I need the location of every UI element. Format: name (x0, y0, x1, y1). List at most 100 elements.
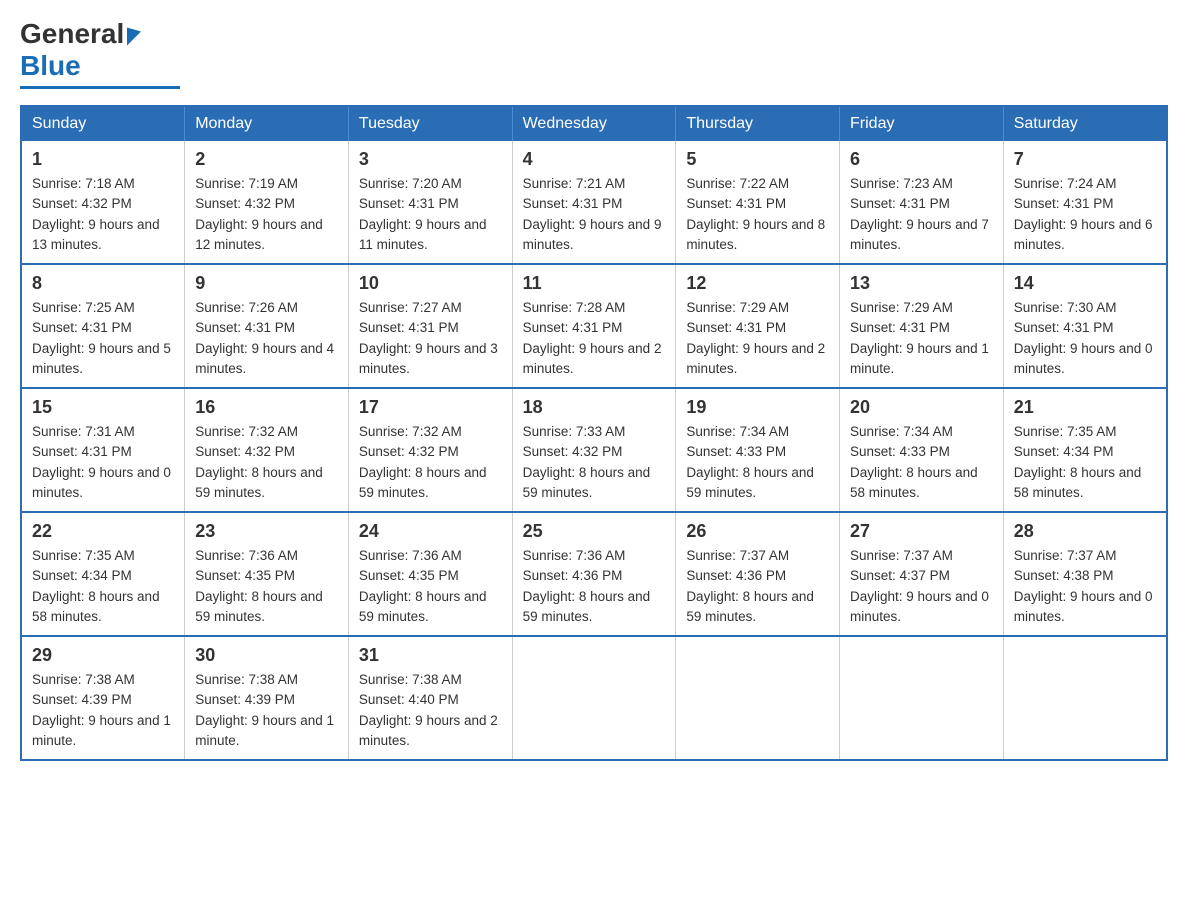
day-number: 24 (359, 521, 502, 542)
calendar-week-row: 22 Sunrise: 7:35 AM Sunset: 4:34 PM Dayl… (21, 512, 1167, 636)
weekday-header-monday: Monday (185, 106, 349, 141)
calendar-week-row: 1 Sunrise: 7:18 AM Sunset: 4:32 PM Dayli… (21, 141, 1167, 264)
calendar-week-row: 29 Sunrise: 7:38 AM Sunset: 4:39 PM Dayl… (21, 636, 1167, 760)
calendar-cell: 5 Sunrise: 7:22 AM Sunset: 4:31 PM Dayli… (676, 141, 840, 264)
logo-arrow-icon (127, 22, 141, 45)
calendar-week-row: 8 Sunrise: 7:25 AM Sunset: 4:31 PM Dayli… (21, 264, 1167, 388)
day-number: 7 (1014, 149, 1156, 170)
calendar-cell: 3 Sunrise: 7:20 AM Sunset: 4:31 PM Dayli… (348, 141, 512, 264)
calendar-cell: 25 Sunrise: 7:36 AM Sunset: 4:36 PM Dayl… (512, 512, 676, 636)
day-number: 18 (523, 397, 666, 418)
day-number: 27 (850, 521, 993, 542)
calendar-cell: 20 Sunrise: 7:34 AM Sunset: 4:33 PM Dayl… (840, 388, 1004, 512)
day-info: Sunrise: 7:32 AM Sunset: 4:32 PM Dayligh… (359, 422, 502, 503)
day-number: 13 (850, 273, 993, 294)
calendar-cell: 31 Sunrise: 7:38 AM Sunset: 4:40 PM Dayl… (348, 636, 512, 760)
day-number: 30 (195, 645, 338, 666)
day-number: 23 (195, 521, 338, 542)
calendar-cell: 19 Sunrise: 7:34 AM Sunset: 4:33 PM Dayl… (676, 388, 840, 512)
weekday-header-sunday: Sunday (21, 106, 185, 141)
day-info: Sunrise: 7:27 AM Sunset: 4:31 PM Dayligh… (359, 298, 502, 379)
weekday-header-saturday: Saturday (1003, 106, 1167, 141)
calendar-table: SundayMondayTuesdayWednesdayThursdayFrid… (20, 105, 1168, 761)
day-info: Sunrise: 7:25 AM Sunset: 4:31 PM Dayligh… (32, 298, 174, 379)
day-number: 11 (523, 273, 666, 294)
day-number: 17 (359, 397, 502, 418)
day-info: Sunrise: 7:37 AM Sunset: 4:37 PM Dayligh… (850, 546, 993, 627)
calendar-cell: 24 Sunrise: 7:36 AM Sunset: 4:35 PM Dayl… (348, 512, 512, 636)
calendar-cell (512, 636, 676, 760)
logo-name: General (20, 20, 143, 48)
calendar-cell: 14 Sunrise: 7:30 AM Sunset: 4:31 PM Dayl… (1003, 264, 1167, 388)
day-info: Sunrise: 7:38 AM Sunset: 4:39 PM Dayligh… (195, 670, 338, 751)
calendar-cell: 26 Sunrise: 7:37 AM Sunset: 4:36 PM Dayl… (676, 512, 840, 636)
logo-blue-text: Blue (20, 50, 81, 82)
day-info: Sunrise: 7:29 AM Sunset: 4:31 PM Dayligh… (686, 298, 829, 379)
day-info: Sunrise: 7:31 AM Sunset: 4:31 PM Dayligh… (32, 422, 174, 503)
day-number: 10 (359, 273, 502, 294)
day-number: 9 (195, 273, 338, 294)
day-number: 8 (32, 273, 174, 294)
day-info: Sunrise: 7:23 AM Sunset: 4:31 PM Dayligh… (850, 174, 993, 255)
day-number: 2 (195, 149, 338, 170)
day-number: 5 (686, 149, 829, 170)
day-info: Sunrise: 7:24 AM Sunset: 4:31 PM Dayligh… (1014, 174, 1156, 255)
calendar-cell: 28 Sunrise: 7:37 AM Sunset: 4:38 PM Dayl… (1003, 512, 1167, 636)
page-header: General Blue (20, 20, 1168, 89)
day-info: Sunrise: 7:38 AM Sunset: 4:40 PM Dayligh… (359, 670, 502, 751)
day-number: 25 (523, 521, 666, 542)
calendar-cell: 13 Sunrise: 7:29 AM Sunset: 4:31 PM Dayl… (840, 264, 1004, 388)
calendar-cell (840, 636, 1004, 760)
day-info: Sunrise: 7:29 AM Sunset: 4:31 PM Dayligh… (850, 298, 993, 379)
day-info: Sunrise: 7:37 AM Sunset: 4:38 PM Dayligh… (1014, 546, 1156, 627)
calendar-header-row: SundayMondayTuesdayWednesdayThursdayFrid… (21, 106, 1167, 141)
day-number: 29 (32, 645, 174, 666)
weekday-header-wednesday: Wednesday (512, 106, 676, 141)
day-info: Sunrise: 7:21 AM Sunset: 4:31 PM Dayligh… (523, 174, 666, 255)
weekday-header-friday: Friday (840, 106, 1004, 141)
calendar-cell: 4 Sunrise: 7:21 AM Sunset: 4:31 PM Dayli… (512, 141, 676, 264)
calendar-cell: 22 Sunrise: 7:35 AM Sunset: 4:34 PM Dayl… (21, 512, 185, 636)
calendar-cell: 6 Sunrise: 7:23 AM Sunset: 4:31 PM Dayli… (840, 141, 1004, 264)
day-info: Sunrise: 7:36 AM Sunset: 4:36 PM Dayligh… (523, 546, 666, 627)
calendar-cell: 8 Sunrise: 7:25 AM Sunset: 4:31 PM Dayli… (21, 264, 185, 388)
calendar-cell: 18 Sunrise: 7:33 AM Sunset: 4:32 PM Dayl… (512, 388, 676, 512)
calendar-cell: 30 Sunrise: 7:38 AM Sunset: 4:39 PM Dayl… (185, 636, 349, 760)
calendar-cell: 15 Sunrise: 7:31 AM Sunset: 4:31 PM Dayl… (21, 388, 185, 512)
day-info: Sunrise: 7:26 AM Sunset: 4:31 PM Dayligh… (195, 298, 338, 379)
day-info: Sunrise: 7:38 AM Sunset: 4:39 PM Dayligh… (32, 670, 174, 751)
day-number: 31 (359, 645, 502, 666)
calendar-cell: 12 Sunrise: 7:29 AM Sunset: 4:31 PM Dayl… (676, 264, 840, 388)
logo-general-text: General (20, 20, 124, 48)
day-number: 16 (195, 397, 338, 418)
calendar-week-row: 15 Sunrise: 7:31 AM Sunset: 4:31 PM Dayl… (21, 388, 1167, 512)
day-info: Sunrise: 7:28 AM Sunset: 4:31 PM Dayligh… (523, 298, 666, 379)
day-number: 1 (32, 149, 174, 170)
day-number: 12 (686, 273, 829, 294)
day-info: Sunrise: 7:32 AM Sunset: 4:32 PM Dayligh… (195, 422, 338, 503)
day-number: 22 (32, 521, 174, 542)
logo: General Blue (20, 20, 180, 89)
weekday-header-tuesday: Tuesday (348, 106, 512, 141)
day-number: 14 (1014, 273, 1156, 294)
day-info: Sunrise: 7:30 AM Sunset: 4:31 PM Dayligh… (1014, 298, 1156, 379)
day-info: Sunrise: 7:34 AM Sunset: 4:33 PM Dayligh… (850, 422, 993, 503)
calendar-cell: 2 Sunrise: 7:19 AM Sunset: 4:32 PM Dayli… (185, 141, 349, 264)
calendar-cell: 17 Sunrise: 7:32 AM Sunset: 4:32 PM Dayl… (348, 388, 512, 512)
calendar-cell: 11 Sunrise: 7:28 AM Sunset: 4:31 PM Dayl… (512, 264, 676, 388)
logo-divider (20, 86, 180, 89)
day-number: 3 (359, 149, 502, 170)
calendar-cell: 1 Sunrise: 7:18 AM Sunset: 4:32 PM Dayli… (21, 141, 185, 264)
day-info: Sunrise: 7:34 AM Sunset: 4:33 PM Dayligh… (686, 422, 829, 503)
day-info: Sunrise: 7:37 AM Sunset: 4:36 PM Dayligh… (686, 546, 829, 627)
calendar-cell: 7 Sunrise: 7:24 AM Sunset: 4:31 PM Dayli… (1003, 141, 1167, 264)
calendar-cell: 29 Sunrise: 7:38 AM Sunset: 4:39 PM Dayl… (21, 636, 185, 760)
calendar-cell: 23 Sunrise: 7:36 AM Sunset: 4:35 PM Dayl… (185, 512, 349, 636)
day-number: 6 (850, 149, 993, 170)
day-info: Sunrise: 7:35 AM Sunset: 4:34 PM Dayligh… (1014, 422, 1156, 503)
calendar-cell: 27 Sunrise: 7:37 AM Sunset: 4:37 PM Dayl… (840, 512, 1004, 636)
calendar-cell: 10 Sunrise: 7:27 AM Sunset: 4:31 PM Dayl… (348, 264, 512, 388)
logo-row2: Blue (20, 50, 81, 82)
day-number: 28 (1014, 521, 1156, 542)
calendar-cell (1003, 636, 1167, 760)
